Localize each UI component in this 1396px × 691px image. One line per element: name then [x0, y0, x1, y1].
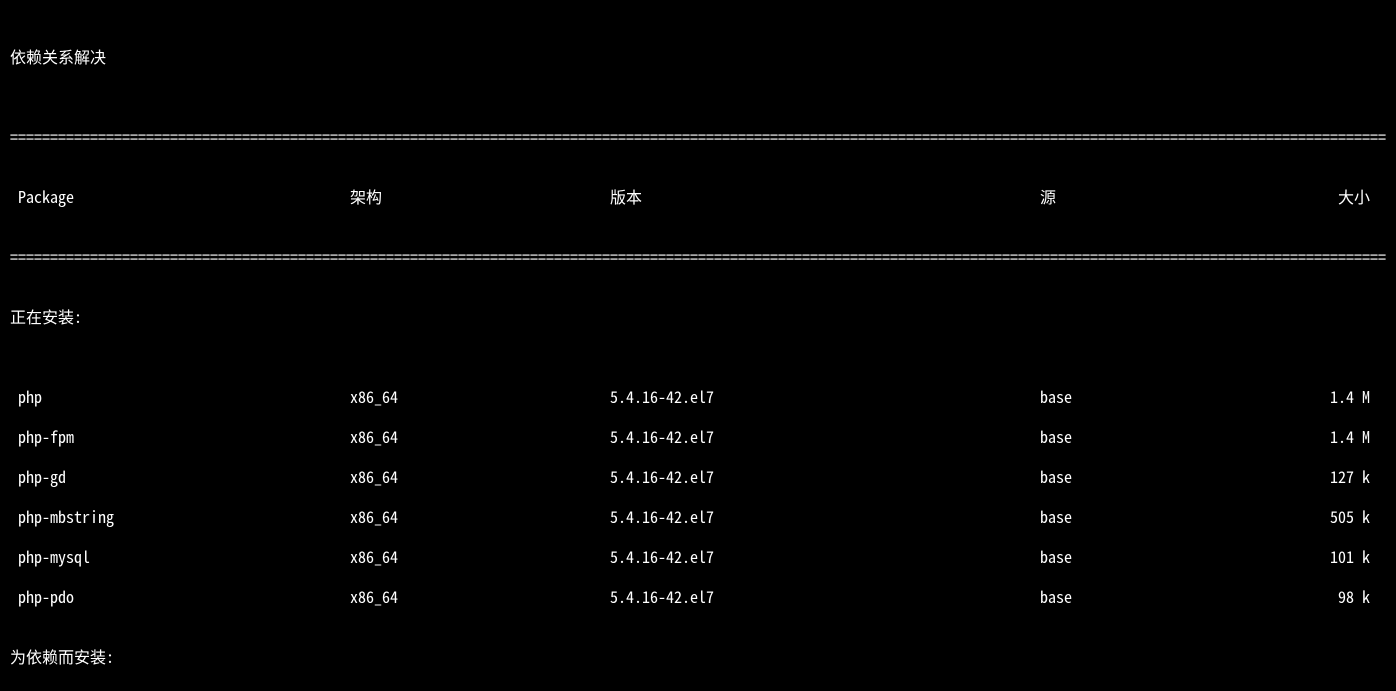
- section-install: 正在安装:: [10, 306, 1386, 326]
- cell-version: 5.4.16-42.el7: [610, 546, 1040, 566]
- cell-size: 127 k: [1270, 466, 1370, 486]
- cell-version: 5.4.16-42.el7: [610, 586, 1040, 606]
- cell-repo: base: [1040, 426, 1270, 446]
- cell-repo: base: [1040, 546, 1270, 566]
- blank-line: [10, 86, 1386, 106]
- cell-version: 5.4.16-42.el7: [610, 506, 1040, 526]
- cell-size: 1.4 M: [1270, 386, 1370, 406]
- resolve-line: 依赖关系解决: [10, 46, 1386, 66]
- section-deps: 为依赖而安装:: [10, 646, 1386, 666]
- cell-package: php-mbstring: [10, 506, 350, 526]
- cell-package: php-pdo: [10, 586, 350, 606]
- hdr-package: Package: [10, 186, 350, 206]
- cell-arch: x86_64: [350, 586, 610, 606]
- cell-size: 505 k: [1270, 506, 1370, 526]
- table-row: php-fpm x86_64 5.4.16-42.el7 base 1.4 M: [10, 426, 1386, 446]
- cell-repo: base: [1040, 586, 1270, 606]
- cell-arch: x86_64: [350, 466, 610, 486]
- cell-size: 101 k: [1270, 546, 1370, 566]
- cell-package: php-gd: [10, 466, 350, 486]
- separator: ========================================…: [10, 246, 1386, 266]
- cell-arch: x86_64: [350, 386, 610, 406]
- cell-size: 98 k: [1270, 586, 1370, 606]
- cell-version: 5.4.16-42.el7: [610, 466, 1040, 486]
- cell-arch: x86_64: [350, 546, 610, 566]
- cell-package: php: [10, 386, 350, 406]
- hdr-version: 版本: [610, 186, 1040, 206]
- separator: ========================================…: [10, 126, 1386, 146]
- cell-version: 5.4.16-42.el7: [610, 386, 1040, 406]
- cell-repo: base: [1040, 506, 1270, 526]
- cell-repo: base: [1040, 386, 1270, 406]
- cell-arch: x86_64: [350, 506, 610, 526]
- cell-version: 5.4.16-42.el7: [610, 426, 1040, 446]
- hdr-repo: 源: [1040, 186, 1270, 206]
- cell-size: 1.4 M: [1270, 426, 1370, 446]
- hdr-arch: 架构: [350, 186, 610, 206]
- table-row: php-pdo x86_64 5.4.16-42.el7 base 98 k: [10, 586, 1386, 606]
- hdr-size: 大小: [1270, 186, 1370, 206]
- cell-package: php-fpm: [10, 426, 350, 446]
- table-row: php-mysql x86_64 5.4.16-42.el7 base 101 …: [10, 546, 1386, 566]
- table-row: php x86_64 5.4.16-42.el7 base 1.4 M: [10, 386, 1386, 406]
- cell-arch: x86_64: [350, 426, 610, 446]
- terminal[interactable]: 依赖关系解决 =================================…: [0, 0, 1396, 691]
- table-row: php-gd x86_64 5.4.16-42.el7 base 127 k: [10, 466, 1386, 486]
- cell-repo: base: [1040, 466, 1270, 486]
- cell-package: php-mysql: [10, 546, 350, 566]
- header-row: Package 架构 版本 源 大小: [10, 186, 1386, 206]
- table-row: php-mbstring x86_64 5.4.16-42.el7 base 5…: [10, 506, 1386, 526]
